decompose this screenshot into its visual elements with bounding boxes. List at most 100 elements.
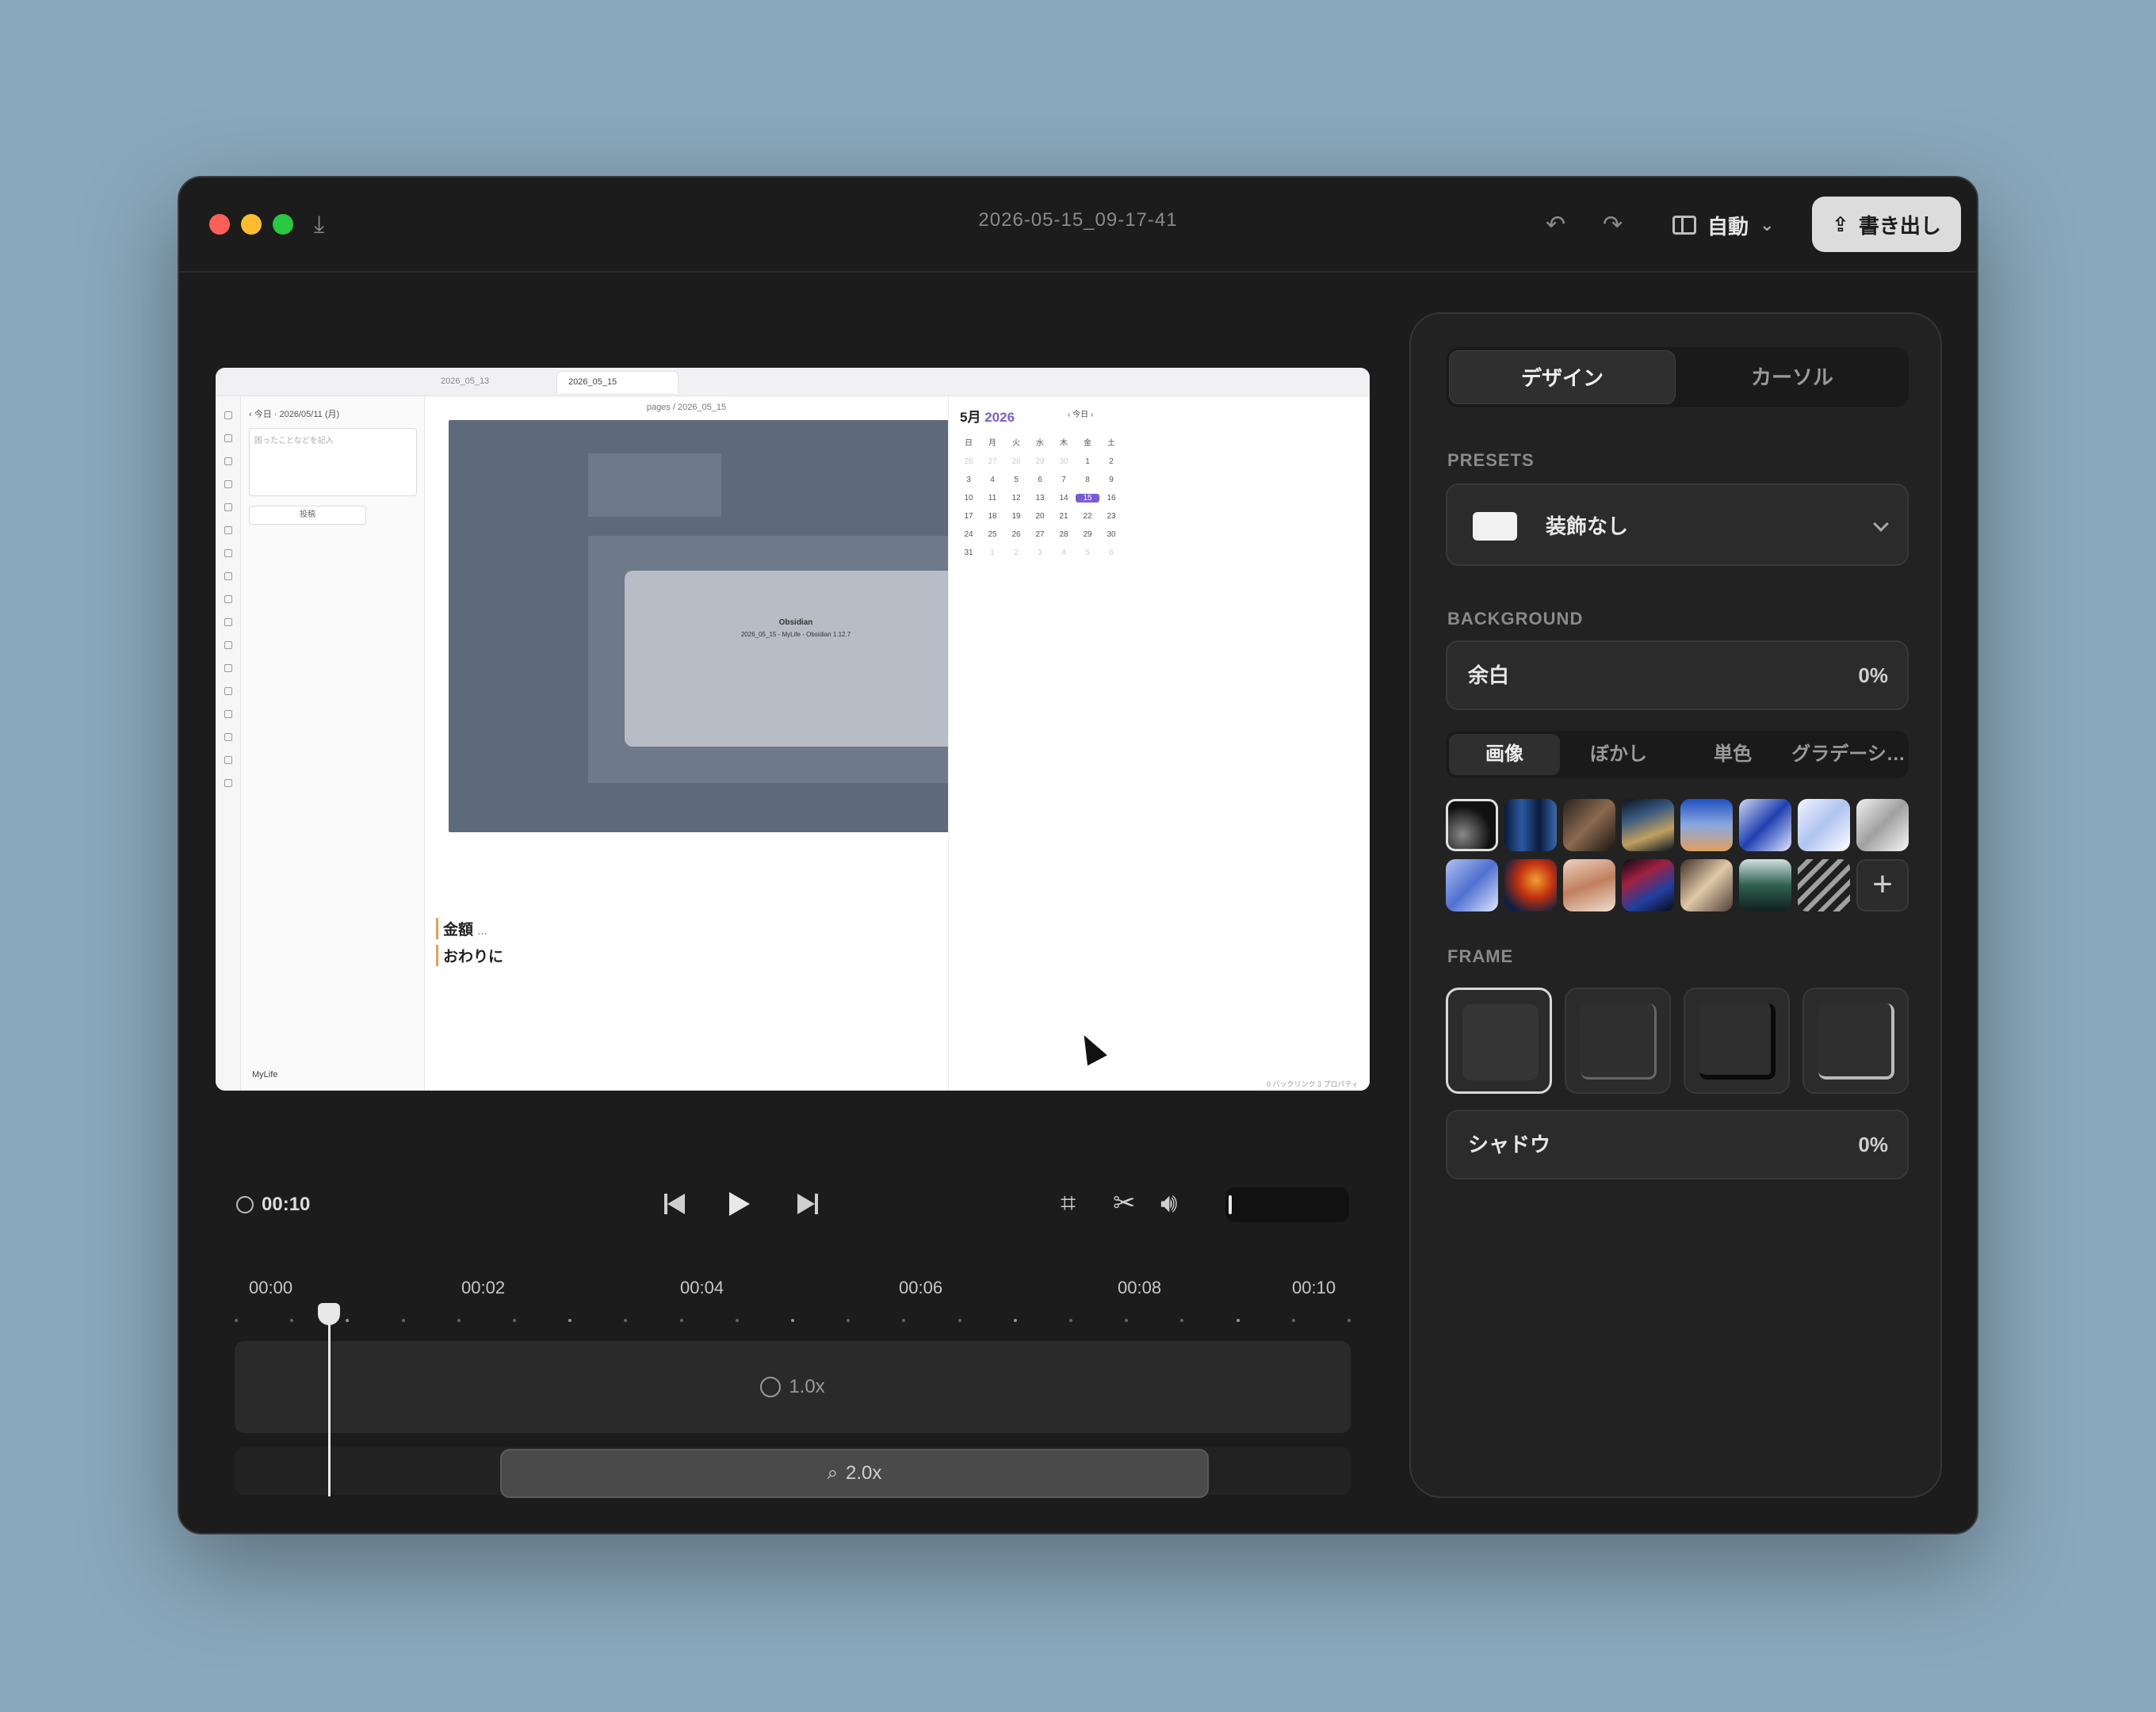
shadow-slider[interactable]: シャドウ 0% [1446, 1110, 1909, 1179]
chevron-down-icon: ⌄ [1760, 215, 1775, 235]
calendar-day: 16 [1107, 494, 1116, 503]
preview-heading-conclusion: おわりに [436, 945, 503, 966]
crop-icon[interactable]: ⌗ [1061, 1187, 1076, 1219]
calendar-day: 1 [1085, 457, 1090, 466]
scissors-icon[interactable]: ✂ [1113, 1187, 1136, 1219]
bg-thumb[interactable] [1504, 799, 1557, 851]
bg-thumb[interactable] [1563, 799, 1615, 851]
calendar-day: 30 [1107, 530, 1116, 539]
export-button[interactable]: ⇪ 書き出し [1812, 197, 1961, 252]
bg-thumb[interactable] [1446, 859, 1498, 911]
layout-icon [1672, 216, 1696, 235]
magnifier-icon: ⌕ [827, 1462, 839, 1484]
bg-tab-gradient[interactable]: グラデーシ… [1791, 734, 1906, 775]
chevron-down-icon [1873, 516, 1889, 532]
calendar-day: 28 [1011, 457, 1021, 466]
ruler-dot [402, 1319, 405, 1322]
add-background-button[interactable]: + [1856, 859, 1909, 911]
timeline-ruler[interactable] [235, 1319, 1351, 1322]
calendar-day: 11 [988, 494, 997, 503]
timeline-tick: 00:10 [1292, 1278, 1336, 1297]
playhead-line[interactable] [328, 1306, 331, 1496]
calendar-day: 27 [988, 457, 997, 466]
calendar-day: 26 [1011, 530, 1021, 539]
calendar-grid: 日月火水木金土 26 27 28 29 30 1 2 3 4 5 6 7 8 9 10 11 12 13 14 15 16… [957, 436, 1123, 557]
bg-thumb[interactable] [1622, 799, 1674, 851]
calendar-day: 5 [1014, 476, 1019, 484]
bg-thumb[interactable] [1563, 859, 1615, 911]
ruler-dot [1348, 1319, 1351, 1322]
preset-dropdown[interactable]: 装飾なし [1446, 483, 1909, 566]
preview-sidebar: ‹ 今日 · 2026/05/11 (月) 困ったことなどを記入 投稿 MyLi… [241, 396, 425, 1091]
calendar-day: 8 [1085, 476, 1090, 484]
clock-icon [236, 1196, 254, 1213]
calendar-day: 6 [1109, 548, 1114, 557]
preset-value: 装飾なし [1546, 514, 1629, 538]
calendar-day: 2 [1014, 548, 1019, 557]
calendar-day: 21 [1059, 512, 1068, 521]
bg-tab-image[interactable]: 画像 [1449, 734, 1560, 775]
bg-tab-blur[interactable]: ぼかし [1563, 734, 1674, 775]
calendar-day: 1 [990, 548, 995, 557]
bg-thumb[interactable] [1798, 859, 1850, 911]
frame-options [1446, 988, 1909, 1094]
frame-option-light[interactable] [1565, 988, 1671, 1094]
calendar-weekday: 日 [965, 439, 973, 448]
speed-label: 1.0x [789, 1376, 825, 1397]
ruler-dot [1069, 1319, 1072, 1322]
bg-thumb[interactable] [1622, 859, 1674, 911]
redo-icon[interactable]: ↷ [1603, 209, 1623, 241]
calendar-day: 27 [1035, 530, 1045, 539]
calendar-day: 2 [1109, 457, 1114, 466]
tab-cursor[interactable]: カーソル [1679, 350, 1906, 404]
timeline-tick: 00:00 [249, 1278, 293, 1297]
volume-icon[interactable]: 🔊︎ [1160, 1187, 1177, 1219]
frame-option-none[interactable] [1446, 988, 1552, 1094]
share-icon: ⇪ [1832, 212, 1849, 236]
calendar-day: 18 [988, 512, 997, 521]
playhead-handle[interactable] [318, 1303, 340, 1325]
calendar-day: 5 [1085, 548, 1090, 557]
background-section-label: BACKGROUND [1447, 609, 1584, 629]
speed-track[interactable]: 1.0x [235, 1341, 1351, 1433]
frame-option-dark[interactable] [1684, 988, 1790, 1094]
ruler-dot [791, 1319, 794, 1322]
shadow-value: 0% [1858, 1133, 1888, 1156]
bg-thumb[interactable] [1680, 859, 1733, 911]
bg-thumb[interactable] [1446, 799, 1498, 851]
calendar-day: 26 [964, 457, 973, 466]
bg-thumb[interactable] [1680, 799, 1733, 851]
ruler-dot [902, 1319, 905, 1322]
volume-slider[interactable] [1225, 1187, 1349, 1222]
padding-slider[interactable]: 余白 0% [1446, 640, 1909, 710]
app-window: ⤓ 2026-05-15_09-17-41 ↶ ↷ 自動 ⌄ ⇪ 書き出し 20… [178, 176, 1978, 1534]
calendar-day: 31 [964, 548, 973, 557]
undo-icon[interactable]: ↶ [1546, 209, 1565, 241]
calendar-day: 12 [1011, 494, 1021, 503]
layout-mode-dropdown[interactable]: 自動 ⌄ [1672, 208, 1774, 243]
play-button[interactable] [729, 1192, 750, 1216]
calendar-weekday: 土 [1107, 439, 1115, 448]
zoom-segment[interactable]: ⌕ 2.0x [500, 1449, 1209, 1498]
ruler-dot [847, 1319, 850, 1322]
ruler-dot [1292, 1319, 1295, 1322]
video-preview[interactable]: 2026_05_13 2026_05_15 ‹ 今日 · 2026/05/11 … [216, 368, 1370, 1091]
frame-option-silver[interactable] [1802, 988, 1909, 1094]
calendar-day: 29 [1035, 457, 1045, 466]
presets-section-label: PRESETS [1447, 450, 1535, 470]
calendar-day: 22 [1083, 512, 1092, 521]
bg-thumb[interactable] [1739, 799, 1791, 851]
preview-status-bar: 0 バックリンク 3 プロパティ [1267, 1080, 1359, 1088]
bg-tab-solid[interactable]: 単色 [1677, 734, 1788, 775]
ruler-dot [1125, 1319, 1128, 1322]
tab-design[interactable]: デザイン [1449, 350, 1676, 404]
bg-thumb[interactable] [1504, 859, 1557, 911]
ruler-dot [680, 1319, 683, 1322]
bg-thumb[interactable] [1739, 859, 1791, 911]
bg-thumb[interactable] [1798, 799, 1850, 851]
export-label: 書き出し [1858, 213, 1941, 238]
padding-label: 余白 [1468, 663, 1510, 687]
calendar-day: 24 [964, 530, 973, 539]
bg-thumb[interactable] [1856, 799, 1909, 851]
ruler-dot [1180, 1319, 1183, 1322]
